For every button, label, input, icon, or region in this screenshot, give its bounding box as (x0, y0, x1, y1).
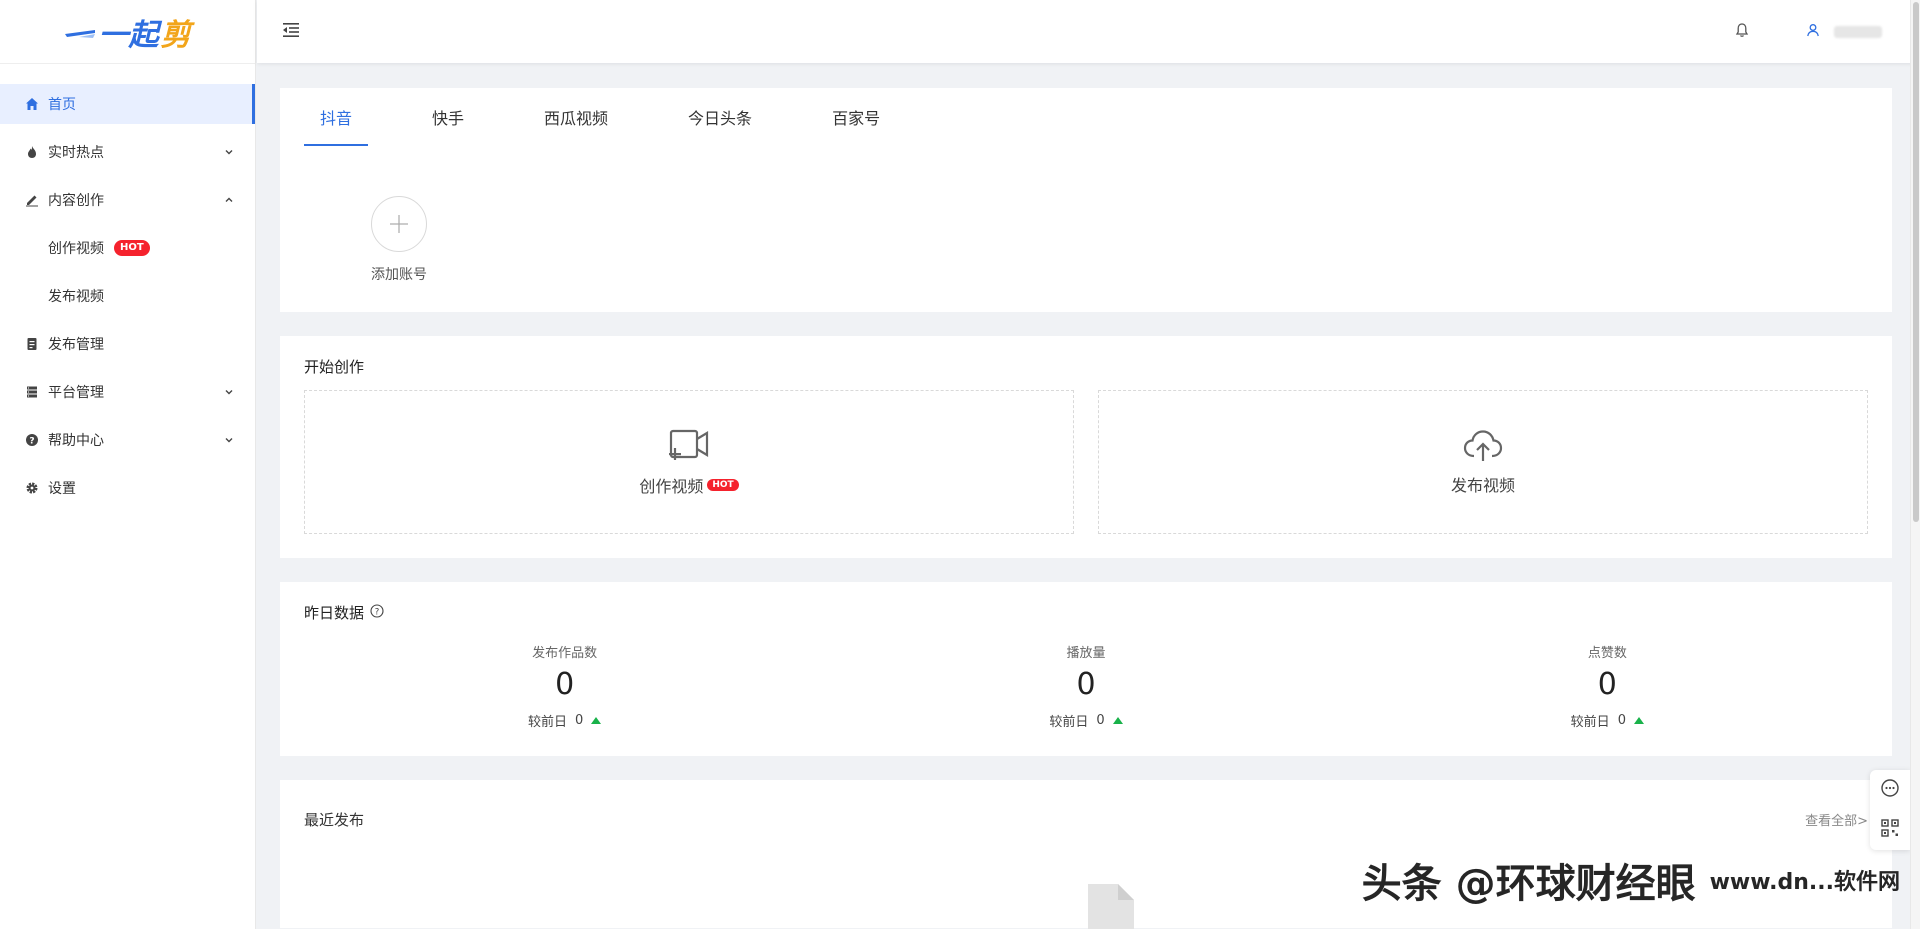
trend-up-icon (1112, 717, 1123, 724)
stat-compare-value: 0 (1617, 713, 1626, 728)
sidebar-item-label: 发布管理 (48, 337, 104, 353)
sidebar-item-platform-management[interactable]: 平台管理 (0, 372, 255, 412)
edit-icon (24, 192, 40, 208)
sidebar-menu: 首页 实时热点 内容创作 创作视频 HOT 发布视频 发布管理 平台管理 ? 帮… (0, 64, 255, 508)
fire-icon (24, 144, 40, 160)
section-title: 开始创作 (304, 358, 365, 376)
user-menu[interactable] (1806, 23, 1882, 41)
logo-text: 一起 (98, 17, 159, 53)
chat-icon[interactable] (1880, 778, 1900, 802)
tab-kuaishou[interactable]: 快手 (416, 88, 480, 146)
bell-icon[interactable] (1734, 22, 1750, 42)
sidebar-item-help-center[interactable]: ? 帮助中心 (0, 420, 255, 460)
stat-label: 点赞数 (1587, 646, 1627, 661)
trend-up-icon (591, 717, 602, 724)
create-video-label: 创作视频 (639, 477, 704, 496)
sidebar: 一起剪 首页 实时热点 内容创作 创作视频 HOT 发布视频 发布管理 平台管理… (0, 0, 256, 929)
sidebar-item-label: 发布视频 (48, 289, 104, 305)
sidebar-item-home[interactable]: 首页 (0, 84, 255, 124)
stat-label: 播放量 (1066, 646, 1106, 661)
stat-compare-label: 较前日 (528, 715, 568, 730)
stat-label: 发布作品数 (532, 646, 598, 661)
main-content: 抖音 快手 西瓜视频 今日头条 百家号 添加账号 开始创作 创作视频 HOT 发… (280, 88, 1892, 929)
stat-plays: 播放量 0 较前日 0 (825, 638, 1346, 730)
sidebar-item-label: 平台管理 (48, 385, 104, 401)
question-circle-icon[interactable]: ? (370, 604, 384, 622)
stat-compare-label: 较前日 (1570, 715, 1610, 730)
publish-icon (24, 336, 40, 352)
publish-video-label: 发布视频 (1450, 476, 1515, 495)
sidebar-item-create-video[interactable]: 创作视频 HOT (0, 228, 255, 268)
yesterday-data-card: 昨日数据 ? 发布作品数 0 较前日 0 播放量 0 较前日 0 点赞数 0 较… (280, 582, 1892, 756)
user-icon (1806, 23, 1820, 41)
stat-value: 0 (555, 667, 575, 702)
sidebar-item-content-creation[interactable]: 内容创作 (0, 180, 255, 220)
stats-row: 发布作品数 0 较前日 0 播放量 0 较前日 0 点赞数 0 较前日 0 (304, 638, 1868, 756)
stat-value: 0 (1597, 667, 1617, 702)
scrollbar-thumb[interactable] (1913, 2, 1919, 522)
create-video-button[interactable]: 创作视频 HOT (304, 390, 1074, 534)
top-header (257, 0, 1920, 63)
sidebar-item-label: 首页 (48, 97, 76, 113)
gear-icon (24, 480, 40, 496)
sidebar-item-publish-video[interactable]: 发布视频 (0, 276, 255, 316)
tab-douyin[interactable]: 抖音 (304, 88, 369, 146)
platform-card: 抖音 快手 西瓜视频 今日头条 百家号 添加账号 (280, 88, 1892, 312)
sidebar-item-hot-topics[interactable]: 实时热点 (0, 132, 255, 172)
stat-compare-value: 0 (575, 713, 584, 728)
cloud-upload-icon (1462, 428, 1504, 468)
svg-text:?: ? (29, 437, 34, 447)
tab-xigua[interactable]: 西瓜视频 (528, 88, 624, 146)
plus-icon (371, 196, 427, 252)
stat-works-published: 发布作品数 0 较前日 0 (304, 638, 825, 730)
home-icon (24, 96, 40, 112)
page-scrollbar[interactable] (1910, 0, 1920, 929)
empty-document-icon (1080, 878, 1140, 929)
section-title: 昨日数据 (304, 604, 365, 622)
menu-collapse-icon[interactable] (281, 21, 301, 43)
add-account-button[interactable]: 添加账号 (370, 196, 428, 284)
sidebar-item-settings[interactable]: 设置 (0, 468, 255, 508)
svg-text:?: ? (375, 607, 380, 617)
qrcode-icon[interactable] (1880, 818, 1900, 842)
view-all-link[interactable]: 查看全部> (1805, 810, 1868, 829)
stat-likes: 点赞数 0 较前日 0 (1347, 638, 1868, 730)
username-redacted (1834, 25, 1882, 38)
sidebar-item-label: 设置 (48, 481, 76, 497)
hot-badge: HOT (707, 479, 739, 491)
stat-compare-value: 0 (1096, 713, 1105, 728)
logo-text-accent: 剪 (160, 17, 191, 53)
logo[interactable]: 一起剪 (0, 0, 255, 64)
publish-video-button[interactable]: 发布视频 (1098, 390, 1868, 534)
tab-toutiao[interactable]: 今日头条 (672, 88, 768, 146)
chevron-down-icon (223, 386, 235, 398)
sidebar-item-label: 实时热点 (48, 145, 104, 161)
chevron-down-icon (223, 146, 235, 158)
section-title: 最近发布 (304, 810, 365, 829)
recent-publish-card: 最近发布 查看全部> (280, 780, 1892, 929)
chevron-up-icon (223, 194, 235, 206)
server-icon (24, 384, 40, 400)
hot-badge: HOT (114, 240, 150, 256)
add-account-label: 添加账号 (371, 267, 427, 283)
sidebar-item-publish-management[interactable]: 发布管理 (0, 324, 255, 364)
stat-compare-label: 较前日 (1049, 715, 1089, 730)
stat-value: 0 (1076, 667, 1096, 702)
video-camera-icon (667, 427, 711, 469)
floating-toolbar (1870, 770, 1910, 850)
sidebar-item-label: 帮助中心 (48, 433, 104, 449)
logo-swoosh-icon (64, 29, 95, 38)
help-icon: ? (24, 432, 40, 448)
start-create-card: 开始创作 创作视频 HOT 发布视频 (280, 336, 1892, 558)
chevron-down-icon (223, 434, 235, 446)
trend-up-icon (1633, 717, 1644, 724)
platform-tabs: 抖音 快手 西瓜视频 今日头条 百家号 (304, 88, 1868, 146)
sidebar-item-label: 内容创作 (48, 193, 104, 209)
recent-list-empty (304, 838, 1868, 929)
sidebar-item-label: 创作视频 (48, 241, 104, 257)
tab-baijiahao[interactable]: 百家号 (816, 88, 896, 146)
account-list: 添加账号 (304, 146, 1868, 312)
